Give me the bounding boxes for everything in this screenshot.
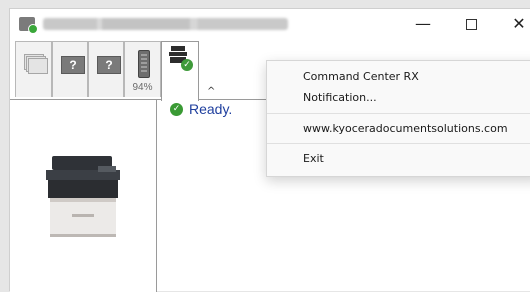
question-icon: ?	[61, 56, 85, 74]
printer-device-image	[46, 156, 120, 237]
context-menu: Command Center RX Notification... www.ky…	[266, 60, 530, 177]
status-monitor-window: — ✕ ? ? 94% ✓ ^ ⚙	[9, 8, 530, 292]
menu-item-exit[interactable]: Exit	[303, 152, 324, 165]
device-image-pane	[10, 100, 157, 292]
menu-separator	[267, 143, 530, 144]
menu-item-notification[interactable]: Notification...	[303, 91, 377, 104]
collapse-icon[interactable]: ^	[207, 86, 215, 97]
window-title-blurred	[43, 18, 288, 30]
title-bar[interactable]: — ✕	[10, 9, 530, 39]
printer-status-icon	[19, 17, 38, 34]
tab-paper-tray[interactable]	[15, 41, 52, 97]
menu-item-command-center[interactable]: Command Center RX	[303, 70, 419, 83]
menu-separator	[267, 113, 530, 114]
menu-item-website[interactable]: www.kyoceradocumentsolutions.com	[303, 122, 508, 135]
tab-unknown-2[interactable]: ?	[88, 41, 124, 97]
maximize-icon	[465, 19, 477, 30]
toner-level: 94%	[132, 82, 153, 93]
ready-check-icon: ✓	[170, 103, 183, 116]
paper-stack-icon	[24, 54, 48, 74]
maximize-button[interactable]	[456, 14, 486, 34]
question-icon: ?	[97, 56, 121, 74]
minimize-button[interactable]: —	[408, 14, 438, 34]
check-icon: ✓	[181, 59, 193, 71]
toner-icon	[138, 50, 150, 78]
tab-status[interactable]: ✓	[161, 41, 199, 101]
tab-unknown-1[interactable]: ?	[52, 41, 88, 97]
status-text: Ready.	[189, 101, 233, 117]
close-button[interactable]: ✕	[504, 14, 530, 34]
tab-toner[interactable]: 94%	[124, 41, 161, 97]
